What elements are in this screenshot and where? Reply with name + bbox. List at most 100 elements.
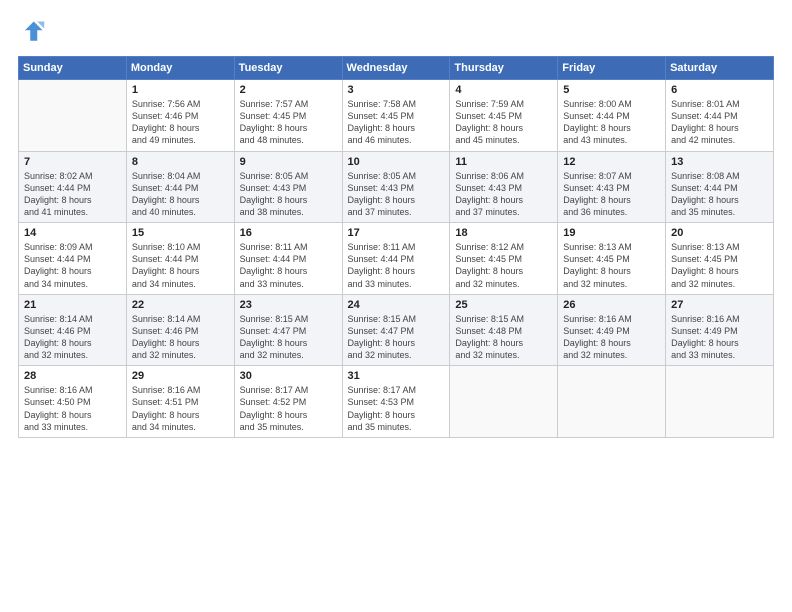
day-number: 15 xyxy=(132,227,229,239)
day-info: Sunrise: 8:15 AM Sunset: 4:47 PM Dayligh… xyxy=(240,313,337,362)
day-number: 7 xyxy=(24,156,121,168)
page: SundayMondayTuesdayWednesdayThursdayFrid… xyxy=(0,0,792,612)
day-cell: 16Sunrise: 8:11 AM Sunset: 4:44 PM Dayli… xyxy=(234,223,342,295)
day-number: 10 xyxy=(348,156,445,168)
day-info: Sunrise: 8:02 AM Sunset: 4:44 PM Dayligh… xyxy=(24,170,121,219)
day-info: Sunrise: 8:06 AM Sunset: 4:43 PM Dayligh… xyxy=(455,170,552,219)
day-cell: 11 Sunrise: 8:06 AM Sunset: 4:43 PM Dayli… xyxy=(450,151,558,223)
day-info: Sunrise: 7:58 AM Sunset: 4:45 PM Dayligh… xyxy=(348,98,445,147)
day-number: 3 xyxy=(348,84,445,96)
day-cell: 1 Sunrise: 7:56 AM Sunset: 4:46 PM Daylig… xyxy=(126,80,234,152)
day-number: 1 xyxy=(132,84,229,96)
header xyxy=(18,18,774,46)
day-cell: 10 Sunrise: 8:05 AM Sunset: 4:43 PM Dayli… xyxy=(342,151,450,223)
day-cell: 8 Sunrise: 8:04 AM Sunset: 4:44 PM Daylig… xyxy=(126,151,234,223)
day-number: 5 xyxy=(563,84,660,96)
day-number: 27 xyxy=(671,299,768,311)
day-info: Sunrise: 7:56 AM Sunset: 4:46 PM Dayligh… xyxy=(132,98,229,147)
day-info: Sunrise: 8:10 AM Sunset: 4:44 PM Dayligh… xyxy=(132,241,229,290)
day-number: 9 xyxy=(240,156,337,168)
logo-icon xyxy=(18,18,46,46)
day-number: 2 xyxy=(240,84,337,96)
day-cell: 6 Sunrise: 8:01 AM Sunset: 4:44 PM Daylig… xyxy=(666,80,774,152)
logo xyxy=(18,18,50,46)
day-info: Sunrise: 7:59 AM Sunset: 4:45 PM Dayligh… xyxy=(455,98,552,147)
day-number: 8 xyxy=(132,156,229,168)
day-number: 13 xyxy=(671,156,768,168)
day-info: Sunrise: 8:16 AM Sunset: 4:49 PM Dayligh… xyxy=(671,313,768,362)
day-info: Sunrise: 8:05 AM Sunset: 4:43 PM Dayligh… xyxy=(240,170,337,219)
day-header-wednesday: Wednesday xyxy=(342,57,450,80)
day-info: Sunrise: 8:17 AM Sunset: 4:52 PM Dayligh… xyxy=(240,384,337,433)
day-cell: 2 Sunrise: 7:57 AM Sunset: 4:45 PM Daylig… xyxy=(234,80,342,152)
day-info: Sunrise: 8:14 AM Sunset: 4:46 PM Dayligh… xyxy=(132,313,229,362)
day-number: 21 xyxy=(24,299,121,311)
day-info: Sunrise: 8:04 AM Sunset: 4:44 PM Dayligh… xyxy=(132,170,229,219)
day-cell: 28 Sunrise: 8:16 AM Sunset: 4:50 PM Dayli… xyxy=(19,366,127,438)
day-info: Sunrise: 8:09 AM Sunset: 4:44 PM Dayligh… xyxy=(24,241,121,290)
day-cell: 24 Sunrise: 8:15 AM Sunset: 4:47 PM Dayli… xyxy=(342,294,450,366)
day-number: 23 xyxy=(240,299,337,311)
day-info: Sunrise: 8:16 AM Sunset: 4:51 PM Dayligh… xyxy=(132,384,229,433)
day-info: Sunrise: 8:16 AM Sunset: 4:50 PM Dayligh… xyxy=(24,384,121,433)
week-row-5: 28 Sunrise: 8:16 AM Sunset: 4:50 PM Dayli… xyxy=(19,366,774,438)
day-number: 6 xyxy=(671,84,768,96)
day-number: 29 xyxy=(132,370,229,382)
day-number: 31 xyxy=(348,370,445,382)
calendar-header-row: SundayMondayTuesdayWednesdayThursdayFrid… xyxy=(19,57,774,80)
day-cell: 12 Sunrise: 8:07 AM Sunset: 4:43 PM Dayli… xyxy=(558,151,666,223)
day-cell: 17Sunrise: 8:11 AM Sunset: 4:44 PM Dayli… xyxy=(342,223,450,295)
day-number: 12 xyxy=(563,156,660,168)
day-cell: 19Sunrise: 8:13 AM Sunset: 4:45 PM Dayli… xyxy=(558,223,666,295)
week-row-1: 1 Sunrise: 7:56 AM Sunset: 4:46 PM Daylig… xyxy=(19,80,774,152)
day-info: Sunrise: 8:00 AM Sunset: 4:44 PM Dayligh… xyxy=(563,98,660,147)
day-cell: 29 Sunrise: 8:16 AM Sunset: 4:51 PM Dayli… xyxy=(126,366,234,438)
day-cell: 15 Sunrise: 8:10 AM Sunset: 4:44 PM Dayli… xyxy=(126,223,234,295)
day-cell: 30 Sunrise: 8:17 AM Sunset: 4:52 PM Dayli… xyxy=(234,366,342,438)
day-number: 19 xyxy=(563,227,660,239)
day-cell: 26Sunrise: 8:16 AM Sunset: 4:49 PM Dayli… xyxy=(558,294,666,366)
day-header-tuesday: Tuesday xyxy=(234,57,342,80)
day-number: 11 xyxy=(455,156,552,168)
day-cell: 23 Sunrise: 8:15 AM Sunset: 4:47 PM Dayli… xyxy=(234,294,342,366)
day-info: Sunrise: 8:17 AM Sunset: 4:53 PM Dayligh… xyxy=(348,384,445,433)
day-info: Sunrise: 8:11 AM Sunset: 4:44 PM Dayligh… xyxy=(348,241,445,290)
day-cell: 31 Sunrise: 8:17 AM Sunset: 4:53 PM Dayli… xyxy=(342,366,450,438)
day-info: Sunrise: 8:05 AM Sunset: 4:43 PM Dayligh… xyxy=(348,170,445,219)
day-cell: 27 Sunrise: 8:16 AM Sunset: 4:49 PM Dayli… xyxy=(666,294,774,366)
day-header-friday: Friday xyxy=(558,57,666,80)
day-info: Sunrise: 8:15 AM Sunset: 4:47 PM Dayligh… xyxy=(348,313,445,362)
day-cell xyxy=(558,366,666,438)
day-number: 25 xyxy=(455,299,552,311)
day-number: 18 xyxy=(455,227,552,239)
day-header-thursday: Thursday xyxy=(450,57,558,80)
day-cell: 22 Sunrise: 8:14 AM Sunset: 4:46 PM Dayli… xyxy=(126,294,234,366)
day-info: Sunrise: 8:15 AM Sunset: 4:48 PM Dayligh… xyxy=(455,313,552,362)
day-number: 26 xyxy=(563,299,660,311)
day-info: Sunrise: 8:07 AM Sunset: 4:43 PM Dayligh… xyxy=(563,170,660,219)
day-number: 28 xyxy=(24,370,121,382)
day-info: Sunrise: 8:13 AM Sunset: 4:45 PM Dayligh… xyxy=(671,241,768,290)
day-header-monday: Monday xyxy=(126,57,234,80)
week-row-3: 14Sunrise: 8:09 AM Sunset: 4:44 PM Dayli… xyxy=(19,223,774,295)
day-cell: 5 Sunrise: 8:00 AM Sunset: 4:44 PM Daylig… xyxy=(558,80,666,152)
day-cell: 7 Sunrise: 8:02 AM Sunset: 4:44 PM Daylig… xyxy=(19,151,127,223)
day-number: 20 xyxy=(671,227,768,239)
day-info: Sunrise: 7:57 AM Sunset: 4:45 PM Dayligh… xyxy=(240,98,337,147)
day-cell xyxy=(19,80,127,152)
day-cell: 13Sunrise: 8:08 AM Sunset: 4:44 PM Dayli… xyxy=(666,151,774,223)
day-cell: 9 Sunrise: 8:05 AM Sunset: 4:43 PM Daylig… xyxy=(234,151,342,223)
day-header-saturday: Saturday xyxy=(666,57,774,80)
day-cell: 18Sunrise: 8:12 AM Sunset: 4:45 PM Dayli… xyxy=(450,223,558,295)
day-cell: 3 Sunrise: 7:58 AM Sunset: 4:45 PM Daylig… xyxy=(342,80,450,152)
week-row-4: 21 Sunrise: 8:14 AM Sunset: 4:46 PM Dayli… xyxy=(19,294,774,366)
day-info: Sunrise: 8:11 AM Sunset: 4:44 PM Dayligh… xyxy=(240,241,337,290)
day-number: 24 xyxy=(348,299,445,311)
day-number: 30 xyxy=(240,370,337,382)
day-info: Sunrise: 8:01 AM Sunset: 4:44 PM Dayligh… xyxy=(671,98,768,147)
day-cell: 14Sunrise: 8:09 AM Sunset: 4:44 PM Dayli… xyxy=(19,223,127,295)
week-row-2: 7 Sunrise: 8:02 AM Sunset: 4:44 PM Daylig… xyxy=(19,151,774,223)
day-number: 22 xyxy=(132,299,229,311)
day-cell xyxy=(450,366,558,438)
day-info: Sunrise: 8:14 AM Sunset: 4:46 PM Dayligh… xyxy=(24,313,121,362)
